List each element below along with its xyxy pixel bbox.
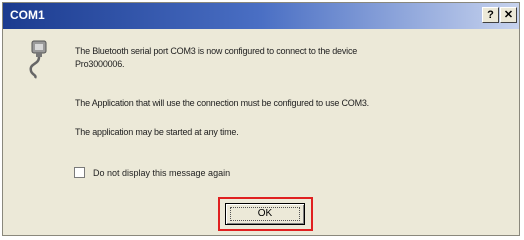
serial-port-cable-icon xyxy=(29,40,47,79)
dont-show-again-checkbox[interactable] xyxy=(74,167,85,178)
dialog-window: COM1 ? ✕ The Bluetooth serial port COM3 … xyxy=(2,2,520,236)
help-button[interactable]: ? xyxy=(482,7,499,23)
ok-focus-ring xyxy=(230,207,300,221)
message-line-1-device: Pro3000006. xyxy=(75,59,125,69)
message-line-3: The application may be started at any ti… xyxy=(75,127,239,137)
window-title: COM1 xyxy=(10,8,45,22)
message-line-2: The Application that will use the connec… xyxy=(75,98,369,108)
title-bar[interactable]: COM1 ? ✕ xyxy=(3,3,519,29)
ok-button[interactable]: OK xyxy=(225,203,305,225)
message-line-1: The Bluetooth serial port COM3 is now co… xyxy=(75,46,358,56)
close-button[interactable]: ✕ xyxy=(500,7,517,23)
dont-show-again-label[interactable]: Do not display this message again xyxy=(93,168,230,178)
